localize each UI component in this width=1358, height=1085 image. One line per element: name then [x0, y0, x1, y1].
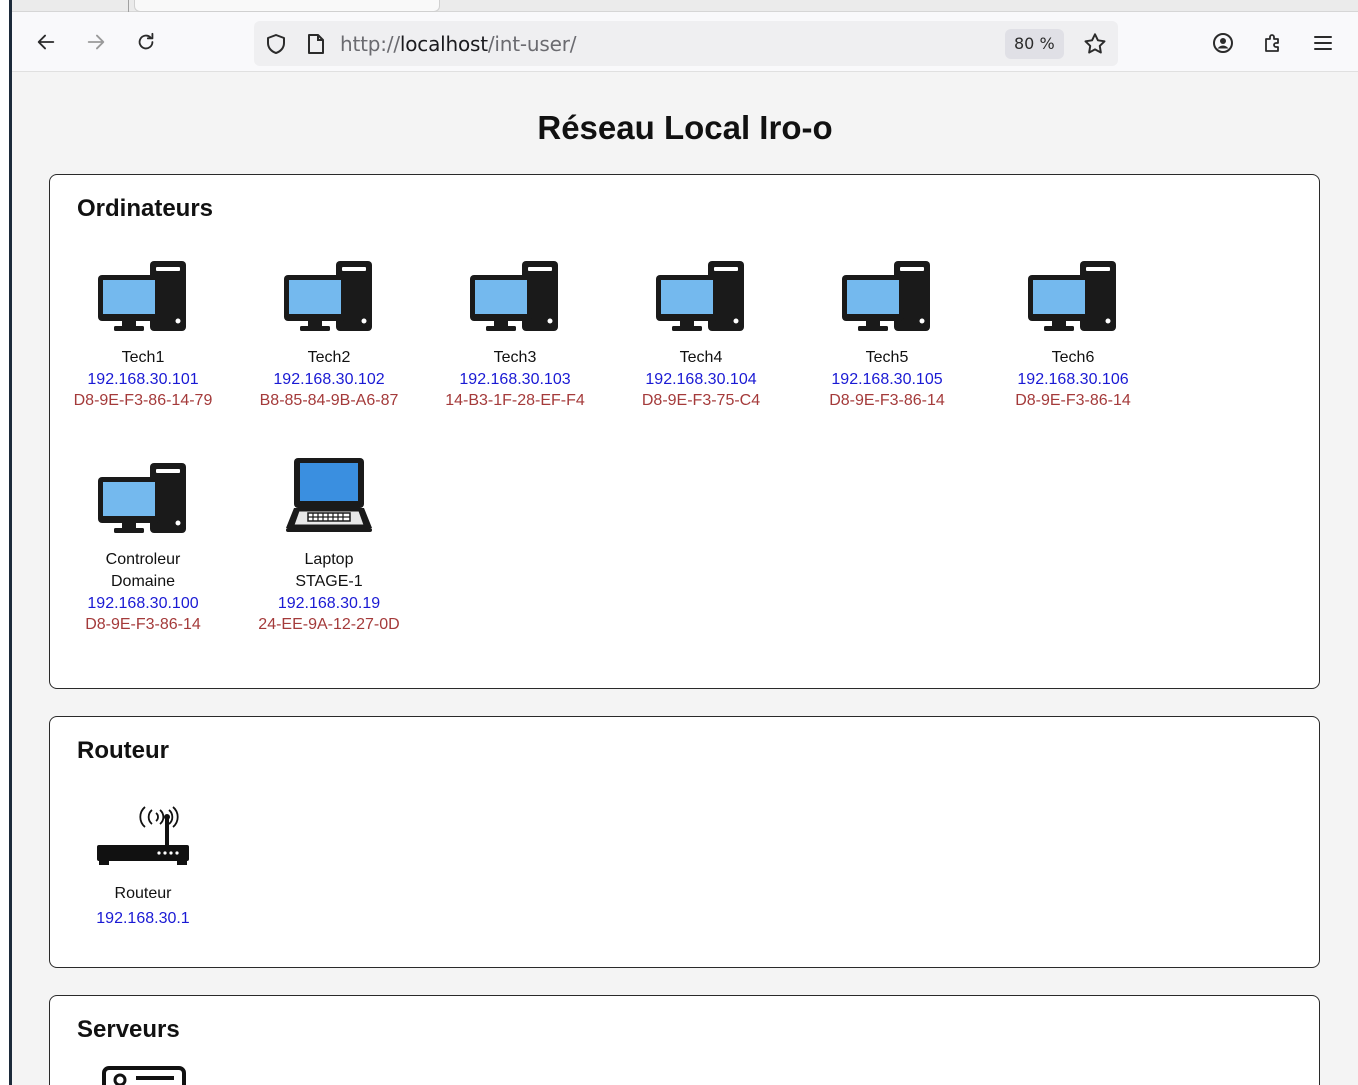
device-mac: B8-85-84-9B-A6-87: [259, 392, 399, 409]
extensions-button[interactable]: [1260, 30, 1286, 56]
device-name: Tech1: [121, 349, 165, 366]
device-mac: D8-9E-F3-86-14: [829, 392, 945, 409]
forward-arrow-icon: [87, 34, 105, 50]
section-title-servers: Serveurs: [77, 1016, 180, 1043]
device-ip: 192.168.30.101: [87, 371, 199, 388]
device-ip: 192.168.30.103: [459, 371, 571, 388]
device-mac: D8-9E-F3-86-14-79: [73, 392, 213, 409]
page-content: Réseau Local Iro-o Ordinateurs Tech1 192…: [12, 73, 1358, 1085]
device-ip: 192.168.30.105: [831, 371, 943, 388]
device-ip: 192.168.30.1: [96, 910, 190, 927]
servers-section: Serveurs: [49, 995, 1320, 1085]
device-name: Routeur: [114, 885, 172, 902]
section-title-router: Routeur: [77, 737, 169, 764]
hamburger-menu-icon: [1314, 36, 1332, 50]
account-button[interactable]: [1210, 30, 1236, 56]
url-scheme: http://: [340, 32, 400, 56]
device-mac: 24-EE-9A-12-27-0D: [258, 616, 400, 633]
device-mac: D8-9E-F3-86-14: [1015, 392, 1131, 409]
extensions-puzzle-icon: [1265, 34, 1279, 52]
device-card-tech3[interactable]: Tech3 192.168.30.103 14-B3-1F-28-EF-F4: [422, 253, 608, 411]
reload-icon: [138, 32, 154, 50]
device-ip: 192.168.30.100: [87, 595, 199, 612]
account-icon: [1213, 33, 1233, 53]
tracking-protection-shield-icon[interactable]: [264, 32, 288, 56]
device-card-tech4[interactable]: Tech4 192.168.30.104 D8-9E-F3-75-C4: [608, 253, 794, 411]
address-bar[interactable]: http://localhost/int-user/ 80 %: [254, 21, 1118, 66]
device-mac: D8-9E-F3-75-C4: [641, 392, 761, 409]
zoom-indicator[interactable]: 80 %: [1005, 29, 1064, 59]
desktop-computer-icon: [608, 253, 794, 333]
device-name: Tech5: [865, 349, 909, 366]
back-arrow-icon: [37, 34, 55, 50]
device-card-router[interactable]: Routeur 192.168.30.1: [50, 789, 236, 929]
device-ip: 192.168.30.19: [277, 595, 381, 612]
device-name-line1: Controleur: [105, 551, 181, 568]
desktop-computer-icon: [794, 253, 980, 333]
device-name: Tech3: [493, 349, 537, 366]
desktop-computer-icon: [422, 253, 608, 333]
forward-button[interactable]: [82, 28, 110, 56]
device-name: Tech6: [1051, 349, 1095, 366]
page-info-icon[interactable]: [305, 32, 327, 56]
bookmark-star-icon[interactable]: [1082, 31, 1108, 57]
url-text[interactable]: http://localhost/int-user/: [340, 32, 576, 56]
desktop-computer-icon: [50, 455, 236, 535]
browser-toolbar: http://localhost/int-user/ 80 %: [12, 12, 1358, 72]
device-card-tech2[interactable]: Tech2 192.168.30.102 B8-85-84-9B-A6-87: [236, 253, 422, 411]
desktop-computer-icon: [980, 253, 1166, 333]
device-card-tech6[interactable]: Tech6 192.168.30.106 D8-9E-F3-86-14: [980, 253, 1166, 411]
device-name-line2: STAGE-1: [295, 573, 363, 590]
tab-separator: [128, 0, 129, 12]
active-tab[interactable]: [134, 0, 440, 12]
device-ip: 192.168.30.102: [273, 371, 385, 388]
url-path: /int-user/: [487, 32, 577, 56]
section-title-computers: Ordinateurs: [77, 195, 214, 222]
device-name: Tech4: [679, 349, 723, 366]
menu-button[interactable]: [1310, 30, 1336, 56]
computers-section: Ordinateurs Tech1 192.168.30.101 D8-9E-F…: [49, 174, 1320, 689]
reload-button[interactable]: [132, 28, 160, 56]
device-name-line1: Laptop: [304, 551, 354, 568]
device-card-laptop-stage1[interactable]: Laptop STAGE-1 192.168.30.19 24-EE-9A-12…: [236, 455, 422, 635]
device-name-line2: Domaine: [110, 573, 176, 590]
desktop-computer-icon: [50, 253, 236, 333]
server-icon: [102, 1066, 186, 1085]
desktop-computer-icon: [236, 253, 422, 333]
router-section: Routeur Routeur 192.168.30.1: [49, 716, 1320, 968]
device-card-tech5[interactable]: Tech5 192.168.30.105 D8-9E-F3-86-14: [794, 253, 980, 411]
window-left-edge: [0, 0, 12, 1085]
device-mac: D8-9E-F3-86-14: [85, 616, 201, 633]
url-host: localhost: [399, 32, 488, 56]
device-name: Tech2: [307, 349, 351, 366]
device-ip: 192.168.30.106: [1017, 371, 1129, 388]
page-title: Réseau Local Iro-o: [537, 109, 833, 146]
back-button[interactable]: [32, 28, 60, 56]
tab-strip: [12, 0, 1358, 12]
device-mac: 14-B3-1F-28-EF-F4: [445, 392, 585, 409]
device-card-tech1[interactable]: Tech1 192.168.30.101 D8-9E-F3-86-14-79: [50, 253, 236, 411]
device-card-domain-controller[interactable]: Controleur Domaine 192.168.30.100 D8-9E-…: [50, 455, 236, 635]
device-ip: 192.168.30.104: [645, 371, 757, 388]
laptop-icon: [236, 455, 422, 535]
router-icon: [50, 789, 236, 869]
